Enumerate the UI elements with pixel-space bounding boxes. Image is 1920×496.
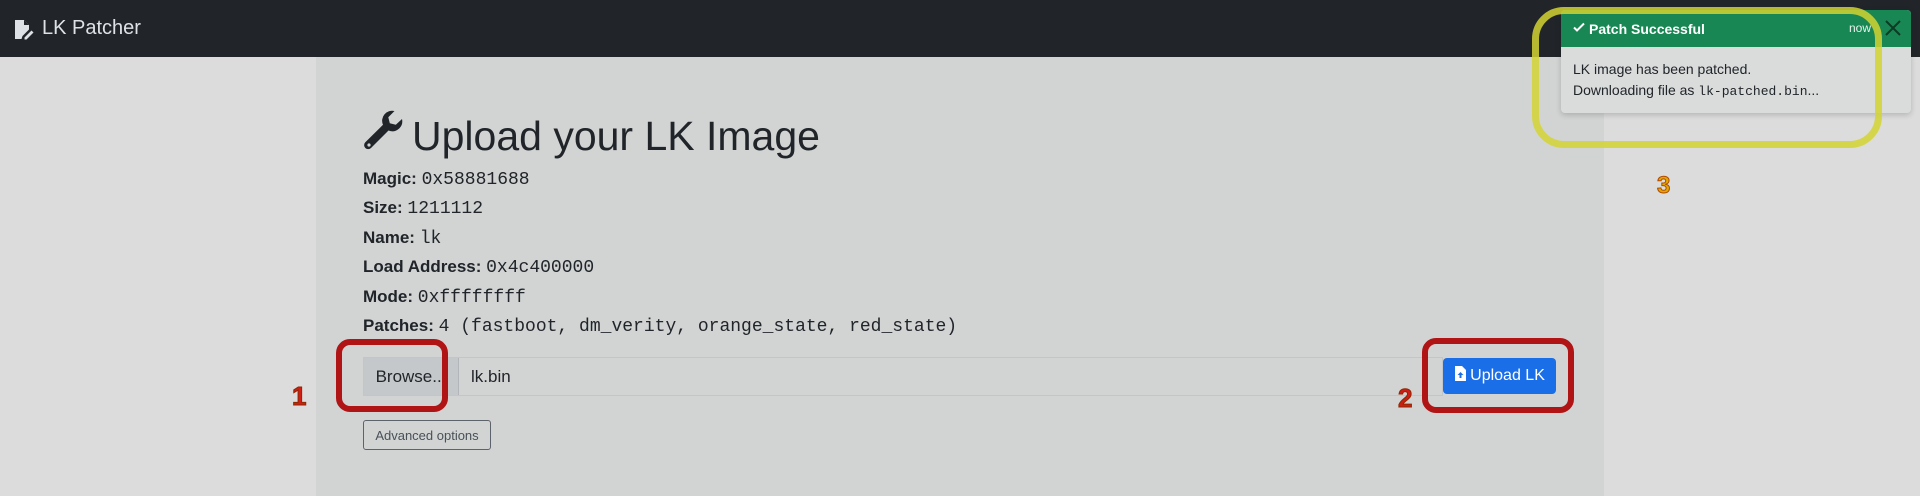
annotation-ring-toast — [1532, 7, 1882, 148]
info-value: lk — [419, 228, 442, 249]
info-row-size: Size: 1211112 — [363, 195, 957, 224]
info-value: 0xffffffff — [417, 287, 526, 308]
info-value: 0x58881688 — [421, 170, 530, 190]
info-value: 1211112 — [407, 199, 484, 220]
annotation-label-2: 2 — [1397, 383, 1413, 414]
lk-info-list: Magic: 0x58881688 Size: 1211112 Name: lk… — [363, 166, 957, 342]
info-row-load-address: Load Address: 0x4c400000 — [363, 254, 957, 283]
file-input[interactable]: Browse... lk.bin — [363, 357, 1443, 396]
wrench-icon — [362, 110, 404, 162]
info-key: Mode: — [363, 286, 414, 306]
page-title: Upload your LK Image — [362, 110, 820, 162]
info-row-name: Name: lk — [363, 225, 957, 254]
info-value: 4 (fastboot, dm_verity, orange_state, re… — [438, 316, 958, 337]
annotation-label-1: 1 — [291, 381, 307, 412]
brand-label: LK Patcher — [42, 17, 141, 39]
info-key: Patches: — [363, 315, 434, 335]
close-icon[interactable] — [1883, 18, 1903, 38]
info-value: 0x4c400000 — [486, 258, 595, 279]
brand[interactable]: LK Patcher — [12, 17, 141, 40]
annotation-box-upload — [1422, 338, 1574, 413]
annotation-box-browse — [336, 339, 448, 412]
file-pen-icon — [12, 18, 34, 40]
info-key: Name: — [363, 227, 415, 247]
info-key: Size: — [363, 198, 403, 218]
info-row-magic: Magic: 0x58881688 — [363, 166, 957, 195]
info-row-mode: Mode: 0xffffffff — [363, 284, 957, 313]
advanced-options-button[interactable]: Advanced options — [363, 420, 491, 450]
selected-filename: lk.bin — [471, 366, 511, 386]
info-row-patches: Patches: 4 (fastboot, dm_verity, orange_… — [363, 313, 957, 342]
info-key: Magic: — [363, 169, 417, 188]
info-key: Load Address: — [363, 257, 482, 277]
page-title-text: Upload your LK Image — [412, 113, 820, 159]
annotation-label-3: 3 — [1656, 172, 1671, 200]
